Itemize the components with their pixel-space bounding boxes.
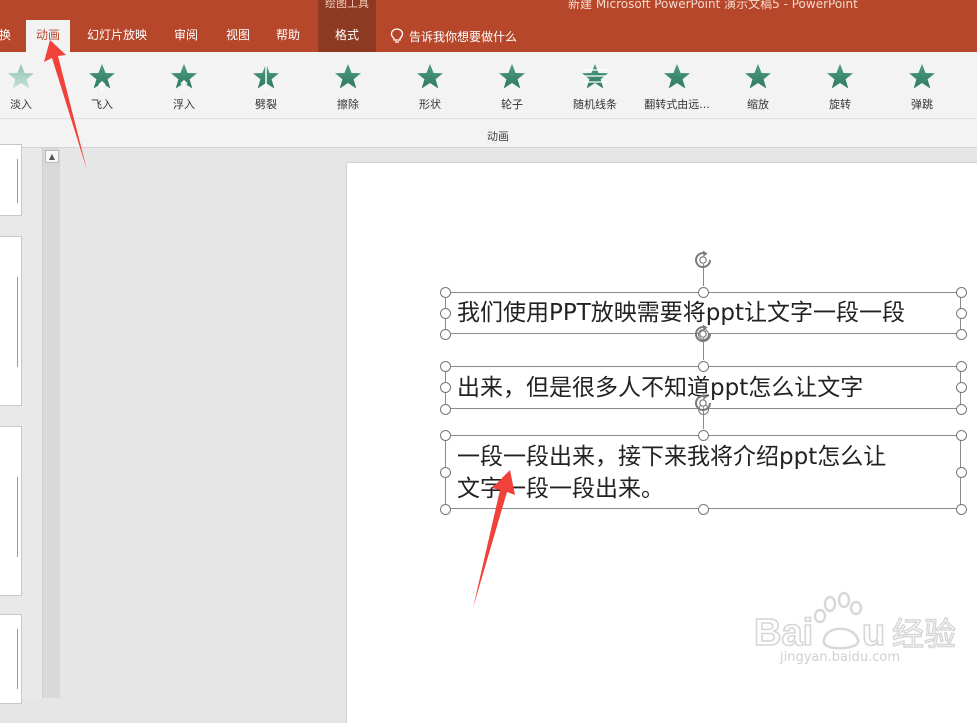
arrow-to-animation-tab: [44, 40, 87, 170]
baidu-logo-watermark: Bai u 经验: [754, 591, 957, 655]
arrow-to-textbox: [473, 470, 515, 608]
svg-text:经验: 经验: [892, 615, 956, 653]
svg-text:u: u: [862, 612, 885, 654]
svg-text:Bai: Bai: [754, 612, 813, 654]
watermark-url: jingyan.baidu.com: [780, 650, 900, 665]
